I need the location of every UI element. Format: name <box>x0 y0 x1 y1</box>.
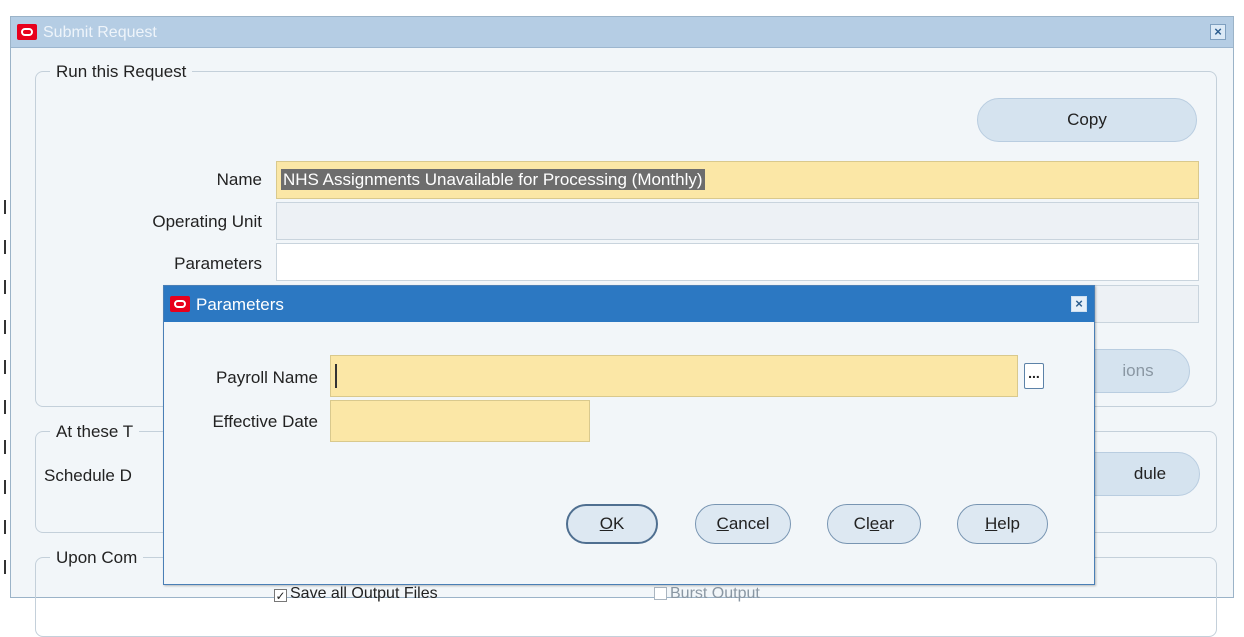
save-output-checkbox[interactable]: ✓ Save all Output Files <box>274 585 438 603</box>
payroll-name-label: Payroll Name <box>215 368 318 387</box>
name-field-value: NHS Assignments Unavailable for Processi… <box>281 169 705 190</box>
cancel-label-rest: ancel <box>728 514 770 533</box>
clear-button[interactable]: Clear <box>827 504 921 544</box>
upon-completion-legend: Upon Com <box>50 548 144 568</box>
copy-button[interactable]: Copy <box>977 98 1197 142</box>
submit-request-title-bar[interactable]: Submit Request × <box>11 17 1233 48</box>
help-label-rest: elp <box>997 514 1020 533</box>
parameters-dialog: Parameters × Payroll Name ... Effective … <box>163 285 1095 585</box>
background-window-edge <box>0 0 10 598</box>
name-field[interactable]: NHS Assignments Unavailable for Processi… <box>276 161 1199 199</box>
parameters-title-bar[interactable]: Parameters × <box>164 286 1094 322</box>
burst-output-label: Burst Output <box>670 585 760 602</box>
save-output-check-icon: ✓ <box>274 589 287 603</box>
edge-mark <box>4 560 6 574</box>
help-mnemonic: H <box>985 514 998 533</box>
edge-mark <box>4 400 6 414</box>
text-cursor <box>335 364 337 388</box>
at-these-times-legend: At these T <box>50 422 140 442</box>
name-label: Name <box>216 170 262 189</box>
run-this-request-legend: Run this Request <box>50 62 193 82</box>
list-of-values-button[interactable]: ... <box>1024 363 1044 389</box>
submit-request-title: Submit Request <box>43 24 157 41</box>
operating-unit-label: Operating Unit <box>152 212 262 231</box>
parameters-title: Parameters <box>196 295 284 314</box>
oracle-logo-icon <box>17 24 37 40</box>
edge-mark <box>4 200 6 214</box>
clear-label-rest: ar <box>879 514 895 533</box>
close-icon[interactable]: × <box>1071 296 1087 312</box>
ok-mnemonic: O <box>599 514 613 533</box>
burst-output-checkbox[interactable]: Burst Output <box>654 585 760 603</box>
edge-mark <box>4 240 6 254</box>
parameters-label: Parameters <box>174 254 262 273</box>
close-icon[interactable]: × <box>1210 24 1226 40</box>
edge-mark <box>4 520 6 534</box>
effective-date-field[interactable] <box>330 400 590 442</box>
payroll-name-field[interactable] <box>330 355 1018 397</box>
save-output-label: Save all Output Files <box>290 585 438 602</box>
cancel-mnemonic: C <box>716 514 729 533</box>
burst-output-box-icon <box>654 587 667 600</box>
operating-unit-field[interactable] <box>276 202 1199 240</box>
cancel-button[interactable]: Cancel <box>695 504 791 544</box>
edge-mark <box>4 480 6 494</box>
clear-label-pre: Cl <box>853 514 870 533</box>
ok-button[interactable]: OK <box>566 504 658 544</box>
edge-mark <box>4 280 6 294</box>
help-button[interactable]: Help <box>957 504 1048 544</box>
clear-mnemonic: e <box>869 514 880 533</box>
schedule-label: Schedule D <box>44 466 132 485</box>
oracle-logo-icon <box>170 296 190 312</box>
ok-label-rest: K <box>612 514 625 533</box>
parameters-field[interactable] <box>276 243 1199 281</box>
edge-mark <box>4 320 6 334</box>
edge-mark <box>4 440 6 454</box>
effective-date-label: Effective Date <box>212 412 318 431</box>
edge-mark <box>4 360 6 374</box>
